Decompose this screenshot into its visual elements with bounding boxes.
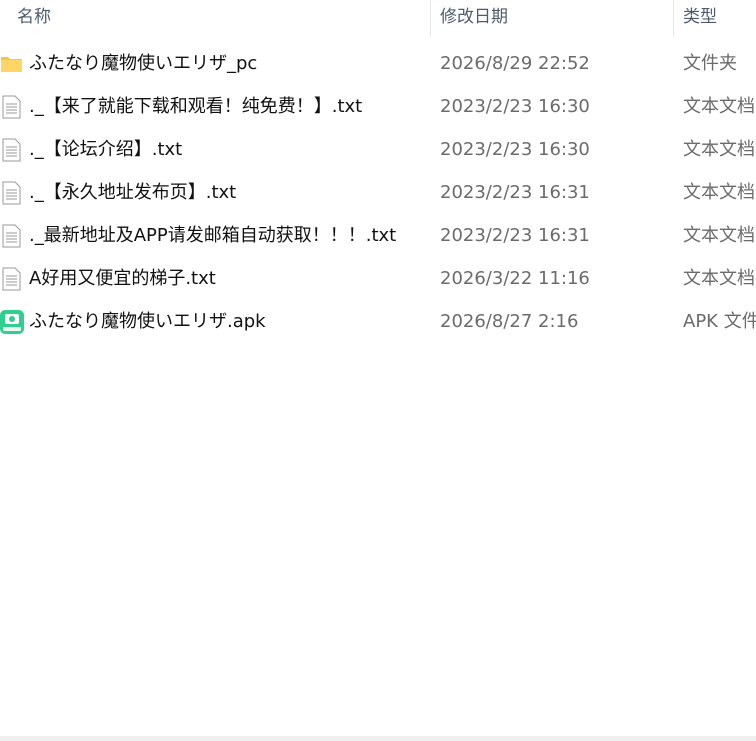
file-type: APK 文件 xyxy=(683,311,756,332)
file-row[interactable]: ._【永久地址发布页】.txt 2023/2/23 16:31 文本文档 xyxy=(0,172,756,215)
file-name: ._【论坛介绍】.txt xyxy=(29,139,183,160)
text-file-icon xyxy=(0,181,24,205)
file-date: 2026/8/29 22:52 xyxy=(440,53,590,74)
column-header: ⌃ 名称 修改日期 类型 xyxy=(0,0,756,36)
file-row[interactable]: ._【来了就能下载和观看！纯免费！】.txt 2023/2/23 16:30 文… xyxy=(0,86,756,129)
column-divider[interactable] xyxy=(430,0,431,36)
file-date: 2023/2/23 16:30 xyxy=(440,139,590,160)
file-type: 文本文档 xyxy=(683,139,755,160)
file-type: 文本文档 xyxy=(683,268,755,289)
file-row[interactable]: ._最新地址及APP请发邮箱自动获取！！！.txt 2023/2/23 16:3… xyxy=(0,215,756,258)
file-type: 文件夹 xyxy=(683,53,737,74)
column-header-name[interactable]: 名称 xyxy=(17,6,51,28)
status-bar xyxy=(0,736,756,741)
file-type: 文本文档 xyxy=(683,182,755,203)
column-divider[interactable] xyxy=(673,0,674,36)
file-name: A好用又便宜的梯子.txt xyxy=(29,268,216,289)
file-row[interactable]: A好用又便宜的梯子.txt 2026/3/22 11:16 文本文档 xyxy=(0,258,756,301)
text-file-icon xyxy=(0,138,24,162)
file-date: 2023/2/23 16:31 xyxy=(440,225,590,246)
sort-arrow-icon: ⌃ xyxy=(213,0,222,4)
file-row[interactable]: ふたなり魔物使いエリザ.apk 2026/8/27 2:16 APK 文件 xyxy=(0,301,756,344)
folder-icon xyxy=(0,52,24,76)
file-date: 2023/2/23 16:31 xyxy=(440,182,590,203)
column-header-type[interactable]: 类型 xyxy=(683,6,717,28)
file-name: ふたなり魔物使いエリザ_pc xyxy=(29,53,258,74)
text-file-icon xyxy=(0,95,24,119)
file-name: ._【永久地址发布页】.txt xyxy=(29,182,237,203)
file-date: 2026/8/27 2:16 xyxy=(440,311,579,332)
file-type: 文本文档 xyxy=(683,225,755,246)
file-name: ._【来了就能下载和观看！纯免费！】.txt xyxy=(29,96,363,117)
file-date: 2026/3/22 11:16 xyxy=(440,268,590,289)
file-row[interactable]: ._【论坛介绍】.txt 2023/2/23 16:30 文本文档 xyxy=(0,129,756,172)
file-date: 2023/2/23 16:30 xyxy=(440,96,590,117)
file-name: ふたなり魔物使いエリザ.apk xyxy=(29,311,266,332)
file-name: ._最新地址及APP请发邮箱自动获取！！！.txt xyxy=(29,225,397,246)
file-row[interactable]: ふたなり魔物使いエリザ_pc 2026/8/29 22:52 文件夹 xyxy=(0,43,756,86)
column-header-date[interactable]: 修改日期 xyxy=(440,6,508,28)
file-type: 文本文档 xyxy=(683,96,755,117)
text-file-icon xyxy=(0,224,24,248)
apk-file-icon xyxy=(0,310,24,334)
text-file-icon xyxy=(0,267,24,291)
